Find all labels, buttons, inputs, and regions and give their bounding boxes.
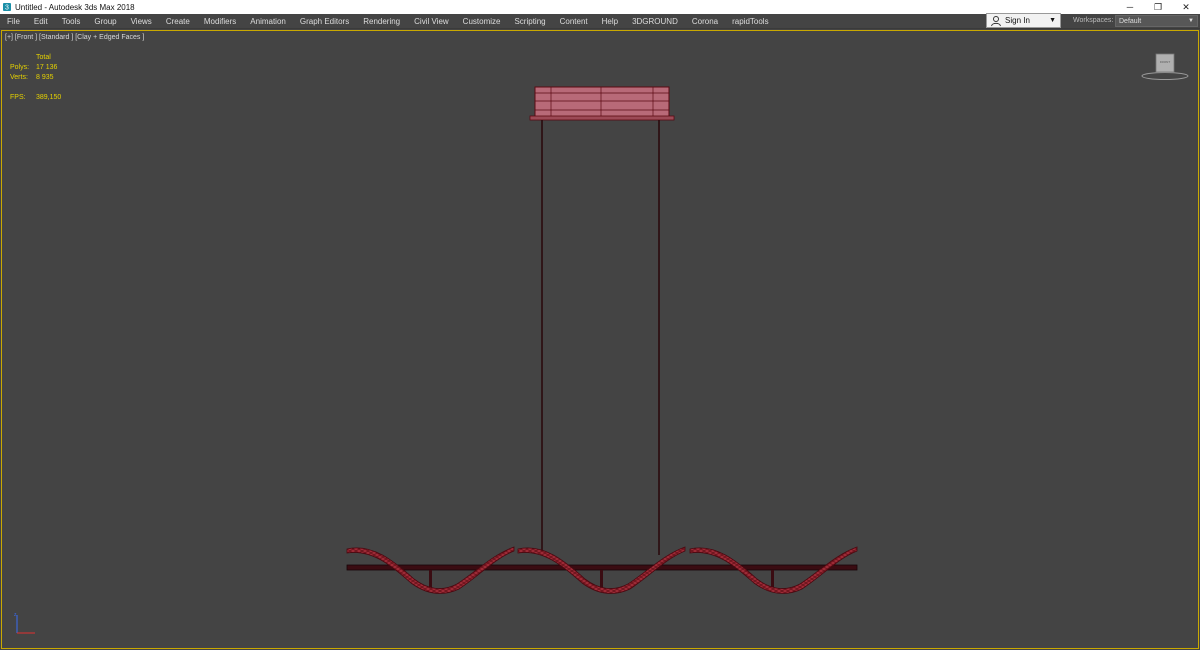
menu-rapidtools[interactable]: rapidTools [725,17,775,26]
chevron-down-icon: ▼ [1049,17,1056,24]
title-bar: 3 Untitled - Autodesk 3ds Max 2018 ─ ❐ ✕ [0,0,1200,14]
workspaces-dropdown[interactable]: Default ▼ [1115,15,1198,27]
menu-corona[interactable]: Corona [685,17,725,26]
viewcube-face-label: FRONT [1159,60,1171,64]
menu-views[interactable]: Views [124,17,159,26]
sign-in-label: Sign In [1005,16,1030,25]
close-button[interactable]: ✕ [1172,0,1200,14]
ceiling-canopy[interactable] [529,86,675,121]
menu-civil-view[interactable]: Civil View [407,17,456,26]
window-title: Untitled - Autodesk 3ds Max 2018 [15,2,135,12]
app-logo-icon: 3 [2,2,12,12]
workspaces-label: Workspaces: [1073,17,1114,24]
menu-graph-editors[interactable]: Graph Editors [293,17,356,26]
restore-icon: ❐ [1153,1,1163,12]
menu-tools[interactable]: Tools [55,17,88,26]
menu-edit[interactable]: Edit [27,17,55,26]
lamp-model[interactable] [2,31,1198,648]
close-icon: ✕ [1182,1,1190,12]
minimize-button[interactable]: ─ [1116,0,1144,14]
menu-customize[interactable]: Customize [456,17,508,26]
menu-3dground[interactable]: 3DGROUND [625,17,685,26]
minimize-icon: ─ [1126,2,1134,12]
restore-button[interactable]: ❐ [1144,0,1172,14]
suspension-cables[interactable] [541,120,660,555]
menu-rendering[interactable]: Rendering [356,17,407,26]
svg-text:3: 3 [5,5,9,12]
menu-scripting[interactable]: Scripting [507,17,552,26]
sign-in-button[interactable]: Sign In ▼ [986,13,1061,28]
chevron-down-icon: ▼ [1188,18,1194,24]
axis-tripod-icon: z [14,612,35,634]
menu-animation[interactable]: Animation [243,17,293,26]
menu-modifiers[interactable]: Modifiers [197,17,243,26]
front-viewport[interactable]: [+] [Front ] [Standard ] [Clay + Edged F… [1,30,1199,649]
menu-content[interactable]: Content [553,17,595,26]
menu-group[interactable]: Group [87,17,123,26]
menu-create[interactable]: Create [159,17,197,26]
user-icon [991,15,1001,26]
menu-file[interactable]: File [0,17,27,26]
viewcube[interactable]: FRONT [1140,51,1190,81]
menu-help[interactable]: Help [595,17,625,26]
workspace-value: Default [1119,17,1142,25]
